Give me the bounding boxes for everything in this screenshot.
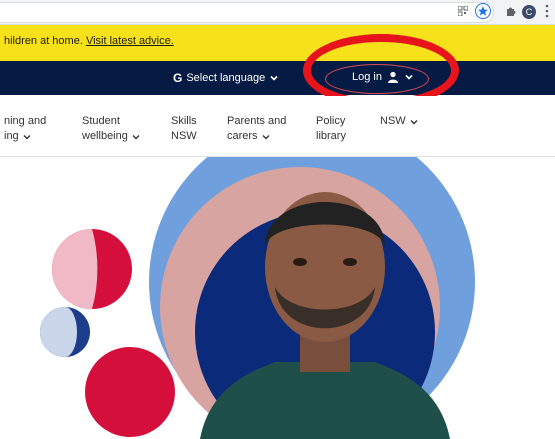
nav-item-label: Policy [316, 115, 346, 127]
alert-message: hildren at home. [4, 35, 83, 47]
address-bar[interactable] [0, 2, 494, 23]
browser-menu-icon[interactable] [545, 4, 549, 18]
nav-item-about-nsw[interactable]: NSW [380, 114, 419, 129]
nav-item-label: library [316, 130, 346, 142]
alert-text-row: hildren at home. Visit latest advice. [4, 35, 174, 47]
browser-toolbar: C [0, 0, 555, 25]
nav-item-label: Skills [171, 115, 197, 127]
chevron-down-icon [410, 119, 418, 124]
chevron-down-icon [270, 75, 278, 81]
nav-item-label: ning and [4, 115, 47, 127]
alert-advice-link[interactable]: Visit latest advice. [86, 35, 174, 47]
nav-item-label: Student [82, 115, 120, 127]
nav-item-label: ing [4, 130, 19, 142]
nav-item-student-wellbeing[interactable]: Student wellbeing [82, 114, 141, 144]
hero-pink-half [52, 229, 98, 309]
nav-item-skills-nsw[interactable]: Skills NSW [171, 114, 197, 144]
hero-light-half [40, 307, 77, 357]
nav-item-label: wellbeing [82, 130, 128, 142]
hero-banner [0, 157, 555, 439]
chevron-down-icon [132, 134, 140, 139]
utility-navigation: G Select language Log in [0, 61, 555, 95]
nav-item-teaching-learning[interactable]: ning and ing [4, 114, 46, 144]
nav-item-label: NSW [380, 115, 406, 127]
hero-red-circle-bottom [85, 347, 175, 437]
chevron-down-icon [23, 134, 31, 139]
bookmark-star-icon[interactable] [475, 3, 491, 19]
main-navigation: ning and ing Student wellbeing Skills NS… [0, 96, 555, 157]
extensions-puzzle-icon[interactable] [505, 5, 517, 17]
nav-item-label: NSW [171, 130, 197, 142]
qr-code-icon[interactable] [458, 6, 468, 16]
annotation-thin-circle [325, 64, 429, 94]
chevron-down-icon [262, 134, 270, 139]
profile-avatar[interactable]: C [522, 5, 536, 19]
select-language-button[interactable]: G Select language [173, 71, 279, 85]
nav-item-parents-carers[interactable]: Parents and carers [227, 114, 286, 144]
nav-item-label: carers [227, 130, 258, 142]
covid-alert-banner: hildren at home. Visit latest advice. [0, 25, 555, 61]
google-g-icon: G [173, 71, 183, 85]
nav-item-policy-library[interactable]: Policy library [316, 114, 346, 144]
select-language-label: Select language [186, 72, 266, 84]
nav-item-label: Parents and [227, 115, 287, 127]
hero-illustration [40, 157, 475, 439]
